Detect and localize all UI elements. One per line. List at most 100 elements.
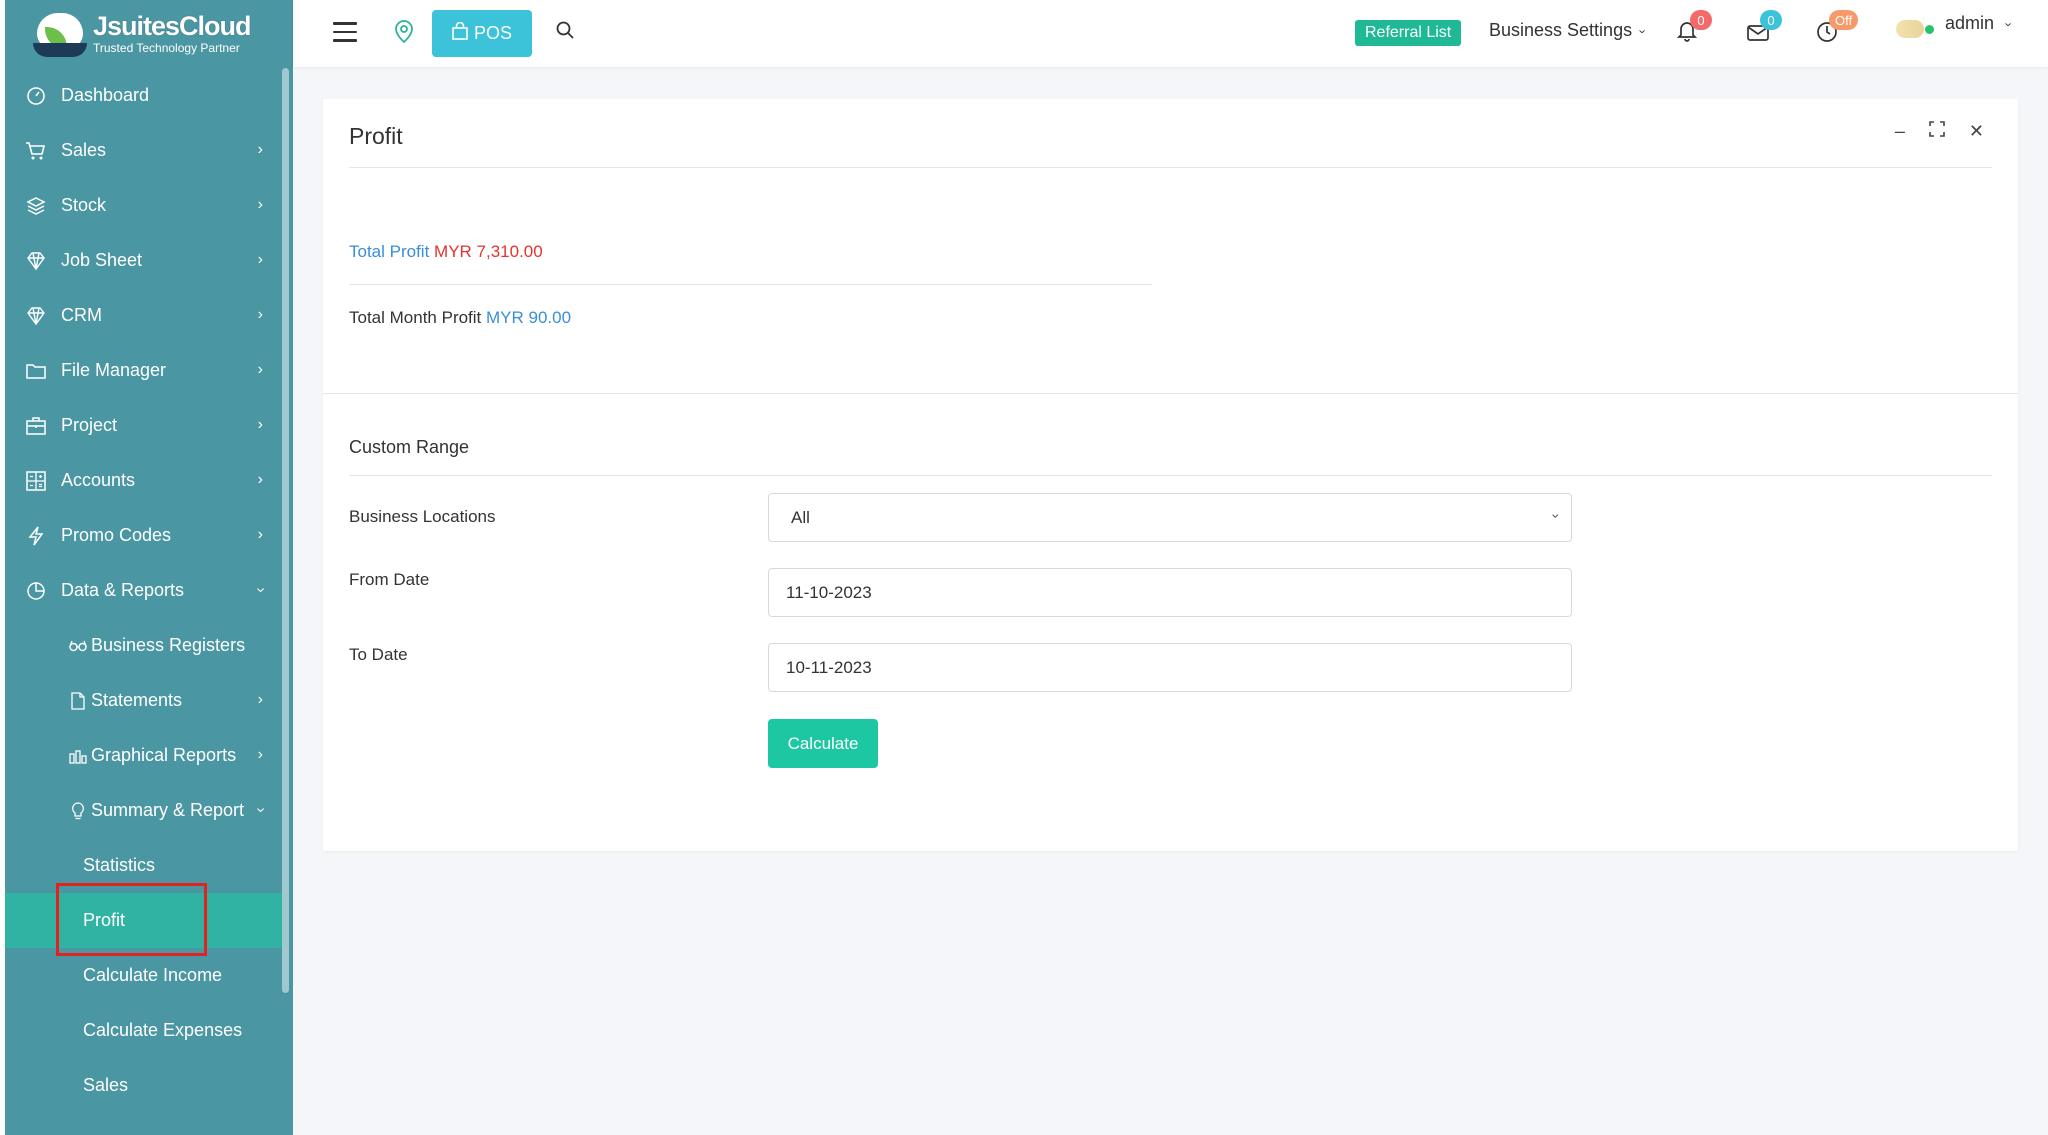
from-date-input[interactable]: 11-10-2023 xyxy=(768,568,1572,617)
chevron-right-icon: › xyxy=(257,416,263,433)
sidebar-item-label: Profit xyxy=(83,910,126,930)
sidebar-item-data-reports[interactable]: Data & Reports › xyxy=(5,563,283,618)
minimize-icon[interactable]: – xyxy=(1895,121,1905,142)
sidebar-item-label: Sales xyxy=(83,1075,129,1095)
chevron-right-icon: › xyxy=(257,251,263,268)
sidebar-item-label: Calculate Expenses xyxy=(83,1020,243,1040)
cloud-logo-icon xyxy=(31,7,89,59)
chevron-down-icon: › xyxy=(2001,22,2017,27)
brand-logo[interactable]: JsuitesCloud Trusted Technology Partner xyxy=(5,0,293,66)
sidebar-item-label: Business Registers xyxy=(91,635,246,655)
sidebar-item-job-sheet[interactable]: Job Sheet › xyxy=(5,233,283,288)
sidebar-item-calculate-income[interactable]: Calculate Income xyxy=(5,948,283,1003)
profit-divider xyxy=(349,284,1152,285)
total-profit-value: MYR 7,310.00 xyxy=(434,242,543,261)
section-divider xyxy=(323,393,2018,394)
pos-button[interactable]: POS xyxy=(432,10,532,57)
month-profit: Total Month Profit MYR 90.00 xyxy=(349,308,571,328)
brand-title: JsuitesCloud xyxy=(93,10,252,41)
chevron-down-icon: › xyxy=(252,807,270,813)
sidebar-item-stock[interactable]: Stock › xyxy=(5,178,283,233)
chevron-right-icon: › xyxy=(257,471,263,488)
hamburger-menu-icon[interactable] xyxy=(333,22,357,42)
notifications-badge: 0 xyxy=(1690,10,1712,30)
chevron-down-icon: › xyxy=(252,587,270,593)
sidebar-item-statements[interactable]: Statements › xyxy=(5,673,283,728)
sidebar-item-business-registers[interactable]: Business Registers xyxy=(5,618,283,673)
sidebar-item-label: Sales xyxy=(61,140,107,160)
sidebar-item-crm[interactable]: CRM › xyxy=(5,288,283,343)
sidebar-item-label: Accounts xyxy=(61,470,136,490)
avatar[interactable] xyxy=(1896,20,1924,38)
bar-chart-icon xyxy=(69,745,87,767)
from-date-label: From Date xyxy=(349,570,430,589)
sidebar-item-label: Promo Codes xyxy=(61,525,172,545)
page-title: Profit xyxy=(349,123,403,149)
sidebar-item-label: Job Sheet xyxy=(61,250,143,270)
timer-status-badge: Off xyxy=(1829,10,1859,30)
title-divider xyxy=(349,167,1992,168)
sidebar-item-statistics[interactable]: Statistics xyxy=(5,838,283,893)
brand-subtitle: Trusted Technology Partner xyxy=(93,40,240,55)
business-settings-label: Business Settings xyxy=(1489,20,1633,40)
cart-icon xyxy=(25,140,47,162)
business-settings-dropdown[interactable]: Business Settings › xyxy=(1489,20,1651,41)
sidebar-item-label: Statistics xyxy=(83,855,156,875)
search-icon[interactable] xyxy=(555,20,575,46)
business-locations-value: All xyxy=(791,507,810,527)
to-date-input[interactable]: 10-11-2023 xyxy=(768,643,1572,692)
sidebar-item-label: Project xyxy=(61,415,118,435)
sidebar-item-label: File Manager xyxy=(61,360,167,380)
sidebar-item-sales[interactable]: Sales › xyxy=(5,123,283,178)
sidebar-item-profit[interactable]: Profit xyxy=(5,893,283,948)
user-menu[interactable]: admin › xyxy=(1945,13,2017,34)
shopping-bag-icon xyxy=(452,21,468,45)
briefcase-icon xyxy=(25,415,47,437)
referral-list-button[interactable]: Referral List xyxy=(1355,20,1462,46)
sidebar-item-label: Stock xyxy=(61,195,107,215)
sidebar-item-file-manager[interactable]: File Manager › xyxy=(5,343,283,398)
user-name: admin xyxy=(1945,13,1995,33)
sidebar-item-summary-sales[interactable]: Sales xyxy=(5,1058,283,1113)
sidebar: JsuitesCloud Trusted Technology Partner … xyxy=(0,0,293,1135)
chevron-right-icon: › xyxy=(257,361,263,378)
sidebar-item-label: Dashboard xyxy=(61,85,150,105)
file-icon xyxy=(69,690,87,712)
to-date-label: To Date xyxy=(349,645,408,664)
sidebar-item-summary-report[interactable]: Summary & Report › xyxy=(5,783,283,838)
sidebar-item-label: Calculate Income xyxy=(83,965,223,985)
online-status-dot xyxy=(1925,25,1934,34)
sidebar-scrollbar[interactable] xyxy=(282,68,289,993)
sidebar-item-dashboard[interactable]: Dashboard xyxy=(5,68,283,123)
sidebar-item-promo-codes[interactable]: Promo Codes › xyxy=(5,508,283,563)
data-reports-submenu: Business Registers Statements › Graphica… xyxy=(5,618,283,1113)
sidebar-item-label: Summary & Report xyxy=(91,800,245,820)
chevron-right-icon: › xyxy=(257,746,263,763)
sidebar-item-label: CRM xyxy=(61,305,102,325)
sidebar-item-project[interactable]: Project › xyxy=(5,398,283,453)
sidebar-item-accounts[interactable]: Accounts › xyxy=(5,453,283,508)
sidebar-item-graphical-reports[interactable]: Graphical Reports › xyxy=(5,728,283,783)
sidebar-menu: Dashboard Sales › Stock › Job Sheet › CR… xyxy=(5,68,283,1113)
calculate-button[interactable]: Calculate xyxy=(768,719,878,768)
month-profit-value: MYR 90.00 xyxy=(486,308,572,327)
summary-submenu: Statistics Profit Calculate Income Calcu… xyxy=(5,838,283,1113)
close-icon[interactable]: ✕ xyxy=(1969,121,1984,142)
chevron-down-icon: › xyxy=(1548,513,1565,519)
business-locations-select[interactable]: All › xyxy=(768,493,1572,542)
messages-badge: 0 xyxy=(1760,10,1782,30)
pie-icon xyxy=(25,580,47,602)
folder-icon xyxy=(25,360,47,382)
topbar: POS Referral List Business Settings › 0 … xyxy=(293,0,2048,67)
chevron-right-icon: › xyxy=(257,526,263,543)
chevron-right-icon: › xyxy=(257,691,263,708)
card-tools: – ✕ xyxy=(1895,121,1984,142)
sidebar-item-label: Graphical Reports xyxy=(91,745,237,765)
sidebar-item-label: Data & Reports xyxy=(61,580,185,600)
profit-card: Profit – ✕ Total Profit MYR 7,310.00 Tot… xyxy=(323,99,2018,851)
gauge-icon xyxy=(25,85,47,107)
fullscreen-icon[interactable] xyxy=(1929,121,1945,142)
lightning-icon xyxy=(25,525,47,547)
location-pin-icon[interactable] xyxy=(394,20,414,50)
sidebar-item-calculate-expenses[interactable]: Calculate Expenses xyxy=(5,1003,283,1058)
